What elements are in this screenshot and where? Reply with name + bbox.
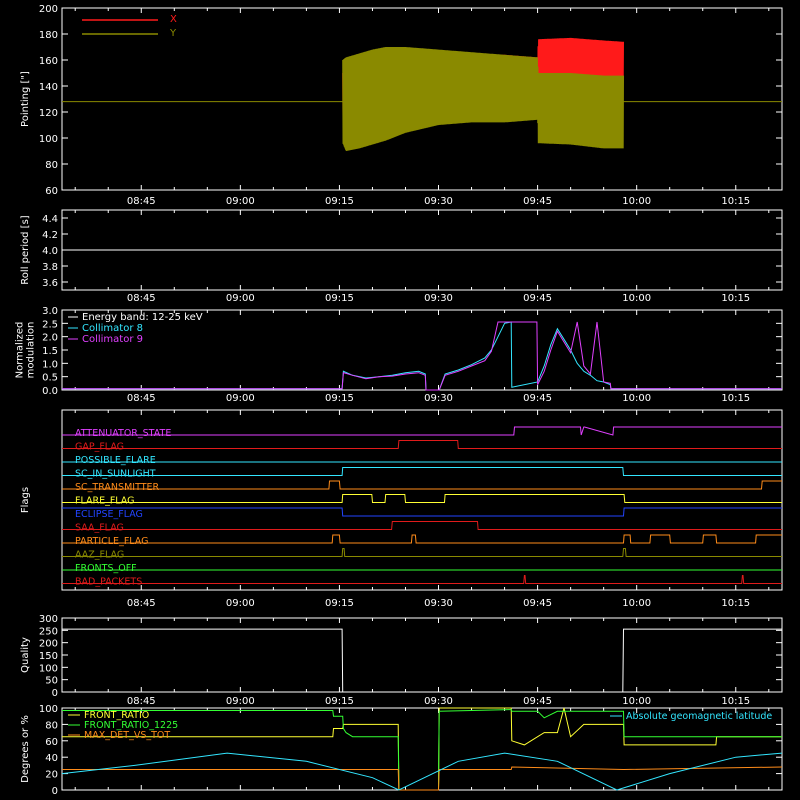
y-tick-label: 3.6 — [42, 278, 58, 289]
x-tick-label: 09:00 — [226, 598, 255, 609]
y-tick-label: 1.0 — [42, 359, 58, 370]
flag-label: FLARE_FLAG — [75, 496, 135, 507]
y-tick-label: 4.4 — [42, 214, 58, 225]
y-tick-label: 80 — [45, 160, 58, 171]
y-tick-label: 4.2 — [42, 230, 58, 241]
y-tick-label: 200 — [39, 4, 58, 15]
x-tick-label: 08:45 — [127, 696, 156, 707]
y-axis-label: modulation — [26, 322, 37, 379]
legend-label: Collimator 9 — [82, 334, 143, 345]
y-tick-label: 100 — [39, 704, 58, 715]
y-tick-label: 2.0 — [42, 333, 58, 344]
x-tick-label: 09:45 — [523, 696, 552, 707]
y-tick-label: 120 — [39, 108, 58, 119]
x-tick-label: 09:15 — [325, 598, 354, 609]
x-tick-label: 08:45 — [127, 393, 156, 404]
y-tick-label: 150 — [39, 651, 58, 662]
x-tick-label: 10:00 — [622, 293, 651, 304]
y-axis-label: Degrees or % — [20, 715, 31, 783]
y-tick-label: 3.0 — [42, 306, 58, 317]
y-tick-label: 250 — [39, 626, 58, 637]
y-tick-label: 160 — [39, 56, 58, 67]
y-tick-label: 0 — [52, 688, 58, 699]
flag-label: BAD_PACKETS — [75, 577, 142, 588]
x-tick-label: 09:00 — [226, 196, 255, 207]
x-tick-label: 10:00 — [622, 598, 651, 609]
y-tick-label: 300 — [39, 614, 58, 625]
y-tick-label: 60 — [45, 186, 58, 197]
x-tick-label: 09:15 — [325, 293, 354, 304]
y-axis-label: Roll period [s] — [20, 215, 31, 284]
x-tick-label: 09:00 — [226, 393, 255, 404]
x-tick-label: 10:15 — [721, 196, 750, 207]
y-tick-label: 3.8 — [42, 262, 58, 273]
y-tick-label: 100 — [39, 663, 58, 674]
flag-label: SC_TRANSMITTER — [75, 482, 160, 493]
x-tick-label: 09:30 — [424, 598, 453, 609]
y-tick-label: 1.5 — [42, 346, 58, 357]
y-tick-label: 0.0 — [42, 386, 58, 397]
flag-label: SC_IN_SUNLIGHT — [75, 469, 156, 480]
flag-label: POSSIBLE_FLARE — [75, 455, 156, 466]
y-axis-label: Normalized — [15, 322, 26, 379]
flag-label: SAA_FLAG — [75, 523, 124, 534]
y-tick-label: 140 — [39, 82, 58, 93]
x-tick-label: 10:15 — [721, 598, 750, 609]
flag-label: PARTICLE_FLAG — [75, 536, 148, 547]
flag-label: GAP_FLAG — [75, 442, 124, 453]
x-tick-label: 09:00 — [226, 696, 255, 707]
y-tick-label: 0.5 — [42, 373, 58, 384]
legend-label: Y — [169, 28, 177, 39]
x-tick-label: 09:15 — [325, 696, 354, 707]
x-tick-label: 09:45 — [523, 196, 552, 207]
y-tick-label: 0 — [52, 786, 58, 797]
x-tick-label: 08:45 — [127, 293, 156, 304]
x-tick-label: 09:45 — [523, 293, 552, 304]
x-tick-label: 09:30 — [424, 196, 453, 207]
x-tick-label: 09:45 — [523, 393, 552, 404]
x-tick-label: 10:00 — [622, 196, 651, 207]
y-axis-label: Flags — [20, 487, 31, 513]
x-tick-label: 09:30 — [424, 293, 453, 304]
y-tick-label: 200 — [39, 639, 58, 650]
x-tick-label: 09:15 — [325, 393, 354, 404]
flag-label: ECLIPSE_FLAG — [75, 509, 143, 520]
y-tick-label: 2.5 — [42, 319, 58, 330]
x-tick-label: 10:00 — [622, 393, 651, 404]
x-tick-label: 10:15 — [721, 696, 750, 707]
x-tick-label: 09:00 — [226, 293, 255, 304]
y-tick-label: 40 — [45, 753, 58, 764]
x-tick-label: 09:30 — [424, 393, 453, 404]
x-tick-label: 09:15 — [325, 196, 354, 207]
y-tick-label: 80 — [45, 720, 58, 731]
legend-label: MAX_DET_VS_TOT — [84, 730, 170, 741]
flag-label: ATTENUATOR_STATE — [75, 428, 171, 439]
legend-label: X — [170, 14, 177, 25]
y-axis-label: Quality — [20, 637, 31, 673]
flag-label: FRONTS_OFF — [75, 563, 137, 574]
x-tick-label: 09:45 — [523, 598, 552, 609]
x-tick-label: 10:00 — [622, 696, 651, 707]
y-tick-label: 100 — [39, 134, 58, 145]
y-tick-label: 4.0 — [42, 246, 58, 257]
x-tick-label: 10:15 — [721, 393, 750, 404]
y-tick-label: 60 — [45, 737, 58, 748]
y-tick-label: 180 — [39, 30, 58, 41]
legend-label: Collimator 8 — [82, 323, 143, 334]
y-axis-label: Pointing ["] — [20, 71, 31, 127]
x-tick-label: 08:45 — [127, 196, 156, 207]
flag-label: AAZ_FLAG — [75, 550, 124, 561]
legend-label: Energy band: 12-25 keV — [82, 312, 203, 323]
y-tick-label: 50 — [45, 676, 58, 687]
x-tick-label: 10:15 — [721, 293, 750, 304]
x-tick-label: 09:30 — [424, 696, 453, 707]
y-tick-label: 20 — [45, 770, 58, 781]
legend-label: Absolute geomagnetic latitude — [626, 711, 772, 722]
x-tick-label: 08:45 — [127, 598, 156, 609]
chart-canvas: 08:45 09:00 09:15 09:30 09:45 10:00 10:15 08:45… — [0, 0, 800, 800]
